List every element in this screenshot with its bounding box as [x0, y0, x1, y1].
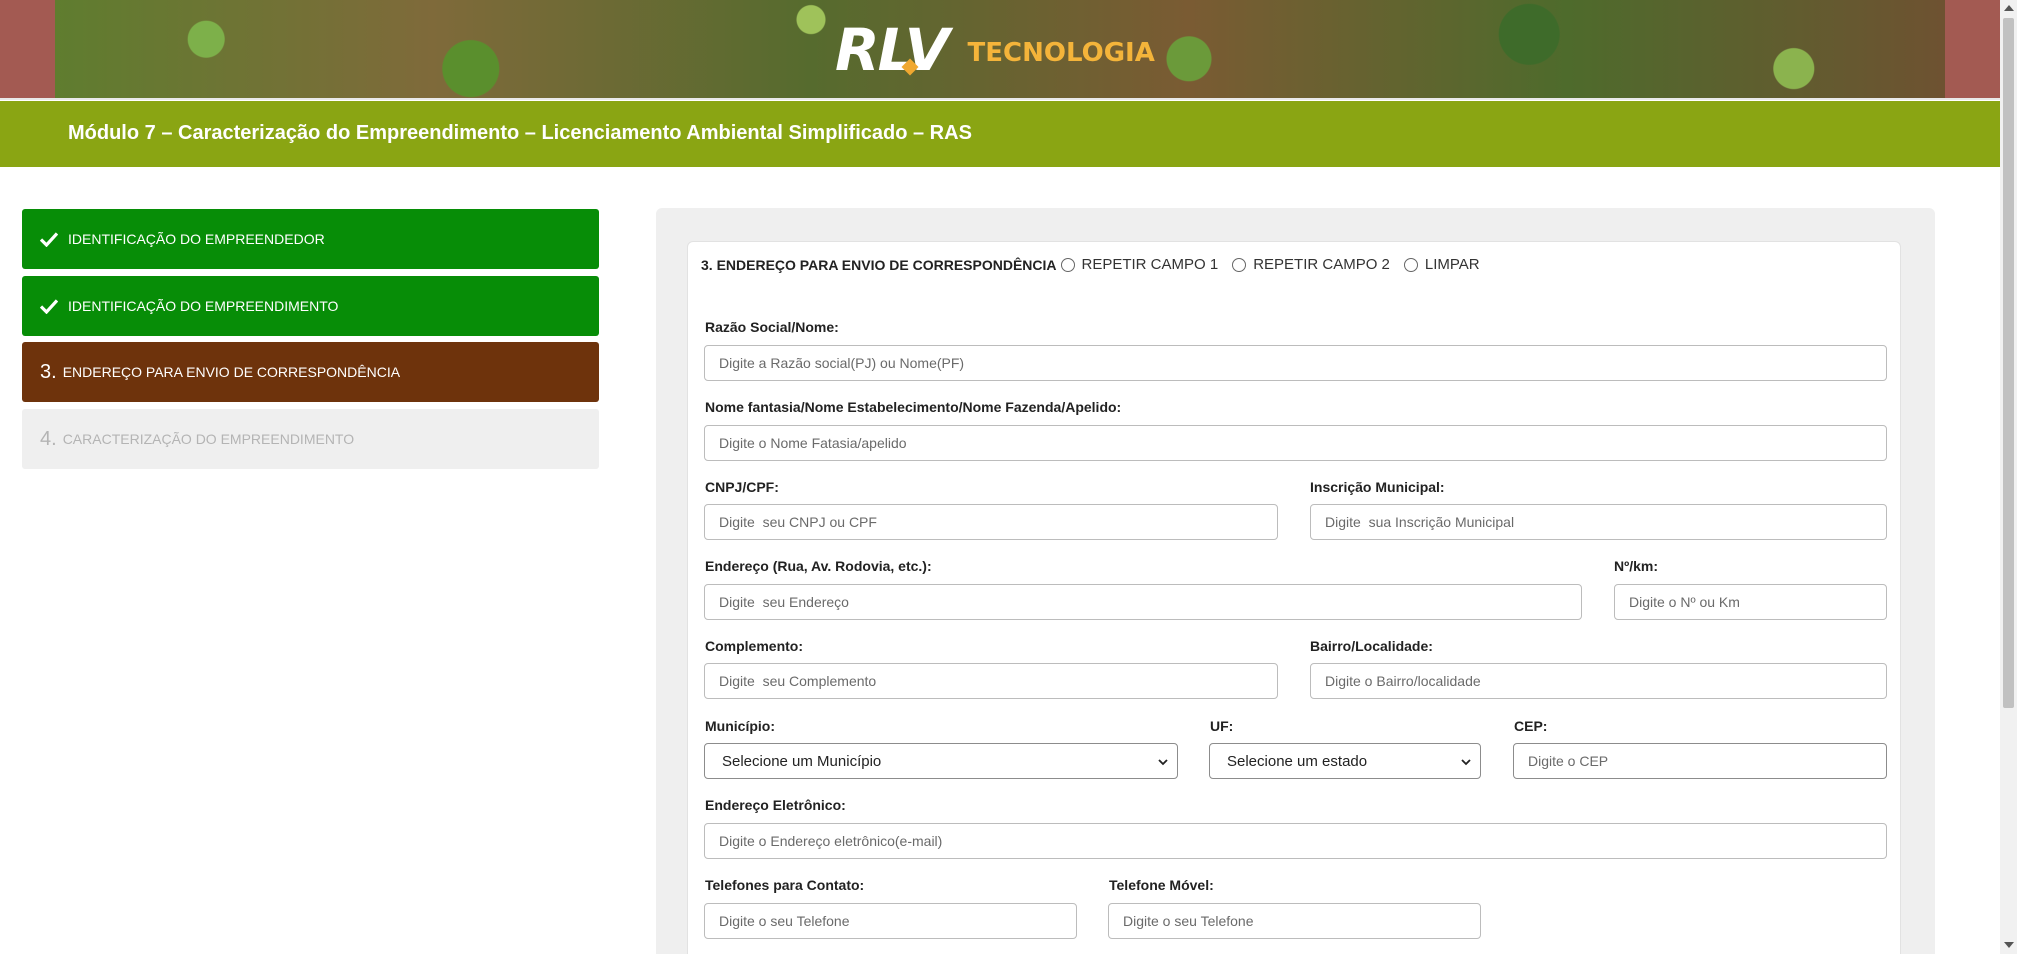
email-input[interactable]: [704, 823, 1887, 859]
section-title: 3. ENDEREÇO PARA ENVIO DE CORRESPONDÊNCI…: [701, 256, 1057, 273]
step-label: Endereço para envio de correspondência: [62, 364, 401, 380]
step-label: Identificação do Empreendimento: [68, 298, 339, 314]
scroll-up-arrow-icon[interactable]: [2004, 5, 2014, 11]
cep-label: CEP:: [1514, 718, 1548, 734]
complemento-label: Complemento:: [705, 638, 803, 654]
step-number: 3.: [40, 360, 57, 383]
municipio-label: Município:: [705, 718, 775, 734]
module-title-bar: Módulo 7 – Caracterização do Empreendime…: [0, 101, 2000, 167]
step-identificacao-empreendedor[interactable]: Identificação do Empreendedor: [22, 209, 599, 269]
telefone-label: Telefones para Contato:: [705, 877, 865, 893]
radio-icon[interactable]: [1060, 257, 1075, 272]
option-label: LIMPAR: [1424, 256, 1480, 273]
option-label: REPETIR CAMPO 1: [1081, 256, 1219, 273]
form-section-header: 3. ENDEREÇO PARA ENVIO DE CORRESPONDÊNCI…: [701, 256, 1494, 273]
step-endereco-correspondencia[interactable]: 3. Endereço para envio de correspondênci…: [22, 342, 599, 402]
step-label: Caracterização do Empreendimento: [62, 431, 355, 447]
scroll-down-arrow-icon[interactable]: [2004, 942, 2014, 948]
numero-km-label: Nº/km:: [1614, 558, 1659, 574]
page-scrollbar[interactable]: [2000, 0, 2017, 954]
logo-text: RLV: [835, 16, 950, 84]
step-identificacao-empreendimento[interactable]: Identificação do Empreendimento: [22, 276, 599, 336]
telefone-movel-label: Telefone Móvel:: [1109, 877, 1214, 893]
step-caracterizacao-empreendimento[interactable]: 4. Caracterização do Empreendimento: [22, 409, 599, 469]
chevron-down-icon: [1158, 759, 1168, 766]
chevron-down-icon: [1461, 759, 1471, 766]
check-icon: [40, 232, 58, 247]
municipio-select[interactable]: Selecione um Município: [704, 743, 1178, 779]
cnpj-cpf-label: CNPJ/CPF:: [705, 479, 779, 495]
bairro-input[interactable]: [1310, 663, 1887, 699]
radio-icon[interactable]: [1403, 257, 1418, 272]
check-icon: [40, 299, 58, 314]
option-repetir-campo-2[interactable]: REPETIR CAMPO 2: [1232, 256, 1390, 273]
banner-divider: [0, 98, 2000, 100]
step-number: 4.: [40, 427, 57, 450]
razao-social-label: Razão Social/Nome:: [705, 319, 839, 335]
scrollbar-thumb[interactable]: [2003, 18, 2014, 708]
telefone-input[interactable]: [704, 903, 1077, 939]
municipio-selected: Selecione um Município: [722, 752, 882, 770]
email-label: Endereço Eletrônico:: [705, 797, 846, 813]
uf-selected: Selecione um estado: [1227, 752, 1368, 770]
complemento-input[interactable]: [704, 663, 1278, 699]
inscricao-municipal-input[interactable]: [1310, 504, 1887, 540]
inscricao-municipal-label: Inscrição Municipal:: [1310, 479, 1445, 495]
endereco-label: Endereço (Rua, Av. Rodovia, etc.):: [705, 558, 932, 574]
nome-fantasia-input[interactable]: [704, 425, 1887, 461]
option-repetir-campo-1[interactable]: REPETIR CAMPO 1: [1060, 256, 1219, 273]
bairro-label: Bairro/Localidade:: [1310, 638, 1433, 654]
cep-input[interactable]: [1513, 743, 1887, 779]
endereco-input[interactable]: [704, 584, 1582, 620]
option-label: REPETIR CAMPO 2: [1253, 256, 1390, 273]
numero-km-input[interactable]: [1614, 584, 1887, 620]
step-label: Identificação do Empreendedor: [68, 231, 325, 247]
razao-social-input[interactable]: [704, 345, 1887, 381]
radio-icon[interactable]: [1232, 257, 1247, 272]
company-logo: RLV TECNOLOGIA: [835, 16, 1155, 84]
cnpj-cpf-input[interactable]: [704, 504, 1278, 540]
header-banner: RLV TECNOLOGIA: [0, 0, 2000, 100]
nome-fantasia-label: Nome fantasia/Nome Estabelecimento/Nome …: [705, 399, 1122, 415]
uf-label: UF:: [1210, 718, 1234, 734]
option-limpar[interactable]: LIMPAR: [1403, 256, 1480, 273]
logo-subtext: TECNOLOGIA: [967, 38, 1155, 68]
uf-select[interactable]: Selecione um estado: [1209, 743, 1481, 779]
page-title: Módulo 7 – Caracterização do Empreendime…: [68, 122, 972, 144]
telefone-movel-input[interactable]: [1108, 903, 1481, 939]
